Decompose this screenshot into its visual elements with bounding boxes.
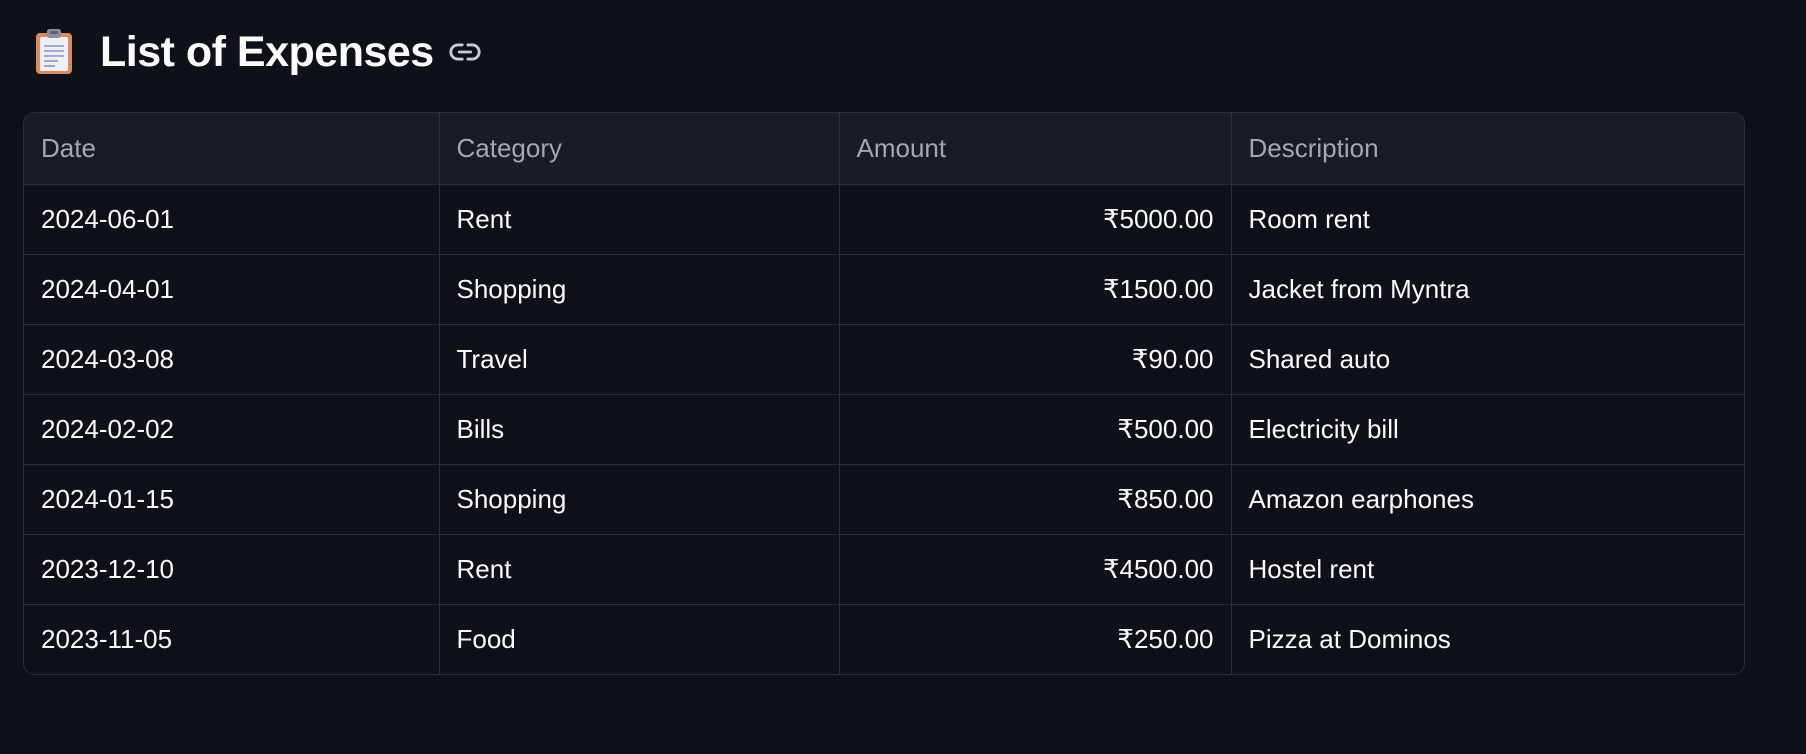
cell-category[interactable]: Shopping (439, 254, 840, 325)
link-icon[interactable] (448, 35, 482, 69)
cell-amount[interactable]: ₹850.00 (839, 464, 1232, 535)
cell-amount[interactable]: ₹500.00 (839, 394, 1232, 465)
cell-category[interactable]: Bills (439, 394, 840, 465)
cell-description[interactable]: Amazon earphones (1231, 464, 1744, 535)
cell-date[interactable]: 2024-01-15 (24, 464, 440, 535)
cell-description[interactable]: Pizza at Dominos (1231, 604, 1744, 674)
column-header-amount[interactable]: Amount (839, 113, 1232, 185)
table-row: 2024-01-15 Shopping ₹850.00 Amazon earph… (24, 464, 1744, 535)
cell-date[interactable]: 2023-12-10 (24, 534, 440, 605)
page-header: List of Expenses (34, 24, 482, 80)
cell-category[interactable]: Food (439, 604, 840, 674)
cell-date[interactable]: 2023-11-05 (24, 604, 440, 674)
column-header-category[interactable]: Category (439, 113, 840, 185)
cell-date[interactable]: 2024-02-02 (24, 394, 440, 465)
cell-category[interactable]: Rent (439, 534, 840, 605)
table-row: 2023-12-10 Rent ₹4500.00 Hostel rent (24, 534, 1744, 605)
table-row: 2024-03-08 Travel ₹90.00 Shared auto (24, 324, 1744, 395)
cell-amount[interactable]: ₹250.00 (839, 604, 1232, 674)
page: List of Expenses Date Category Amount De… (0, 0, 1806, 754)
cell-description[interactable]: Room rent (1231, 184, 1744, 255)
cell-date[interactable]: 2024-04-01 (24, 254, 440, 325)
cell-category[interactable]: Rent (439, 184, 840, 255)
page-title: List of Expenses (100, 27, 434, 76)
column-header-description[interactable]: Description (1231, 113, 1744, 185)
table-row: 2023-11-05 Food ₹250.00 Pizza at Dominos (24, 604, 1744, 674)
cell-amount[interactable]: ₹1500.00 (839, 254, 1232, 325)
cell-description[interactable]: Hostel rent (1231, 534, 1744, 605)
cell-description[interactable]: Shared auto (1231, 324, 1744, 395)
cell-amount[interactable]: ₹5000.00 (839, 184, 1232, 255)
cell-description[interactable]: Electricity bill (1231, 394, 1744, 465)
table-row: 2024-04-01 Shopping ₹1500.00 Jacket from… (24, 254, 1744, 325)
cell-category[interactable]: Travel (439, 324, 840, 395)
cell-date[interactable]: 2024-03-08 (24, 324, 440, 395)
header-row: Date Category Amount Description (24, 113, 1744, 185)
cell-description[interactable]: Jacket from Myntra (1231, 254, 1744, 325)
clipboard-icon (36, 29, 72, 74)
cell-category[interactable]: Shopping (439, 464, 840, 535)
expenses-table: Date Category Amount Description 2024-06… (23, 112, 1745, 675)
table-header: Date Category Amount Description (24, 113, 1744, 185)
cell-amount[interactable]: ₹4500.00 (839, 534, 1232, 605)
table-row: 2024-06-01 Rent ₹5000.00 Room rent (24, 184, 1744, 255)
column-header-date[interactable]: Date (24, 113, 440, 185)
cell-date[interactable]: 2024-06-01 (24, 184, 440, 255)
cell-amount[interactable]: ₹90.00 (839, 324, 1232, 395)
table-body: 2024-06-01 Rent ₹5000.00 Room rent 2024-… (24, 184, 1744, 674)
table-row: 2024-02-02 Bills ₹500.00 Electricity bil… (24, 394, 1744, 465)
